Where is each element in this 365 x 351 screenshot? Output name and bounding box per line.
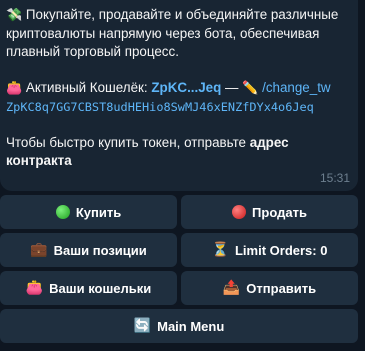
- sell-label: Продать: [252, 204, 307, 220]
- inline-keyboard: Купить Продать 💼 Ваши позиции ⏳ Limit Or…: [0, 195, 358, 347]
- wallets-button[interactable]: 👛 Ваши кошельки: [0, 271, 177, 305]
- pencil-icon: ✏️: [242, 81, 259, 96]
- hourglass-icon: ⏳: [211, 242, 229, 258]
- positions-label: Ваши позиции: [53, 242, 147, 258]
- quick-buy-text: Чтобы быстро купить токен, отправьте: [6, 135, 250, 150]
- buy-label: Купить: [75, 204, 122, 220]
- purse-icon: 👛: [25, 280, 44, 296]
- wallets-label: Ваши кошельки: [49, 280, 152, 296]
- buy-button[interactable]: Купить: [0, 195, 177, 229]
- green-circle-icon: [55, 205, 70, 219]
- sell-button[interactable]: Продать: [181, 195, 358, 229]
- send-label: Отправить: [246, 280, 317, 296]
- purse-icon: 👛: [6, 81, 23, 96]
- limit-orders-label: Limit Orders: 0: [234, 242, 328, 258]
- main-menu-button[interactable]: 🔄 Main Menu: [0, 309, 358, 343]
- refresh-arrows-icon: 🔄: [133, 318, 152, 334]
- wallet-short-link[interactable]: ZpKC...Jeq: [151, 80, 221, 95]
- positions-button[interactable]: 💼 Ваши позиции: [0, 233, 177, 267]
- wallet-line: 👛 Активный Кошелёк: ZpKC...Jeq — ✏️ /cha…: [6, 79, 352, 98]
- dash: —: [225, 80, 239, 95]
- limit-orders-button[interactable]: ⏳ Limit Orders: 0: [181, 233, 358, 267]
- wallet-address[interactable]: ZpKC8q7GG7CBST8udHEHio8SwMJ46xENZfDYx4o6…: [6, 98, 352, 116]
- wallet-label: Активный Кошелёк:: [25, 80, 148, 95]
- money-with-wings-icon: 💸: [6, 8, 23, 23]
- intro-text: Покупайте, продавайте и объединяйте разл…: [6, 7, 339, 59]
- message-time: 15:31: [319, 171, 350, 185]
- main-menu-label: Main Menu: [157, 318, 225, 334]
- change-wallet-command[interactable]: /change_tw: [262, 80, 331, 95]
- send-button[interactable]: 📤 Отправить: [181, 271, 358, 305]
- intro-paragraph: 💸 Покупайте, продавайте и объединяйте ра…: [6, 6, 352, 61]
- red-circle-icon: [232, 205, 247, 219]
- quick-buy-line: Чтобы быстро купить токен, отправьте адр…: [6, 134, 352, 170]
- bot-message: 💸 Покупайте, продавайте и объединяйте ра…: [0, 0, 358, 191]
- briefcase-icon: 💼: [30, 242, 48, 258]
- outbox-tray-icon: 📤: [222, 280, 241, 296]
